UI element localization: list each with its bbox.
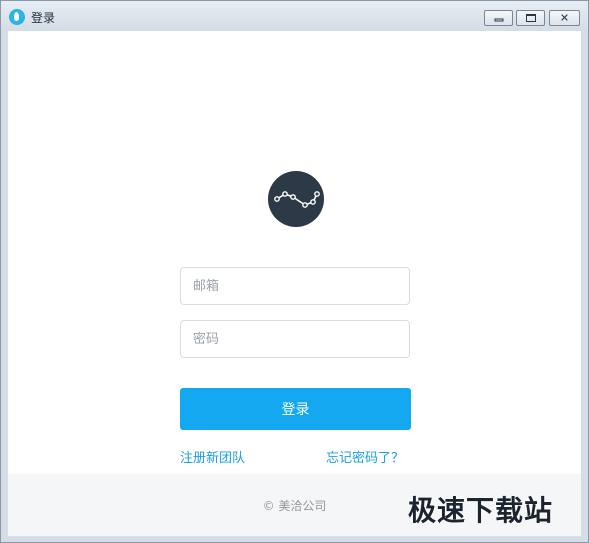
app-logo-icon	[9, 9, 25, 25]
email-field[interactable]	[180, 267, 410, 305]
login-panel: 登录 注册新团队 忘记密码了？ © 美洽公司	[8, 31, 581, 536]
maximize-button[interactable]	[516, 10, 545, 26]
minimize-button[interactable]	[484, 10, 513, 26]
register-team-link[interactable]: 注册新团队	[180, 447, 245, 466]
close-icon: ✕	[559, 11, 570, 25]
title-bar[interactable]: 登录 ✕	[1, 1, 588, 31]
maximize-icon	[525, 14, 536, 22]
minimize-icon	[494, 18, 503, 22]
window-title: 登录	[31, 11, 56, 25]
password-field[interactable]	[180, 320, 410, 358]
login-window: 登录 ✕ 登录 注册新团队 忘记密码了？	[0, 0, 589, 543]
forgot-password-link[interactable]: 忘记密码了？	[326, 447, 404, 466]
line-chart-logo-icon	[268, 171, 324, 227]
login-button[interactable]: 登录	[180, 388, 411, 430]
close-button[interactable]: ✕	[549, 10, 580, 26]
watermark-text: 极速下载站	[408, 494, 554, 527]
